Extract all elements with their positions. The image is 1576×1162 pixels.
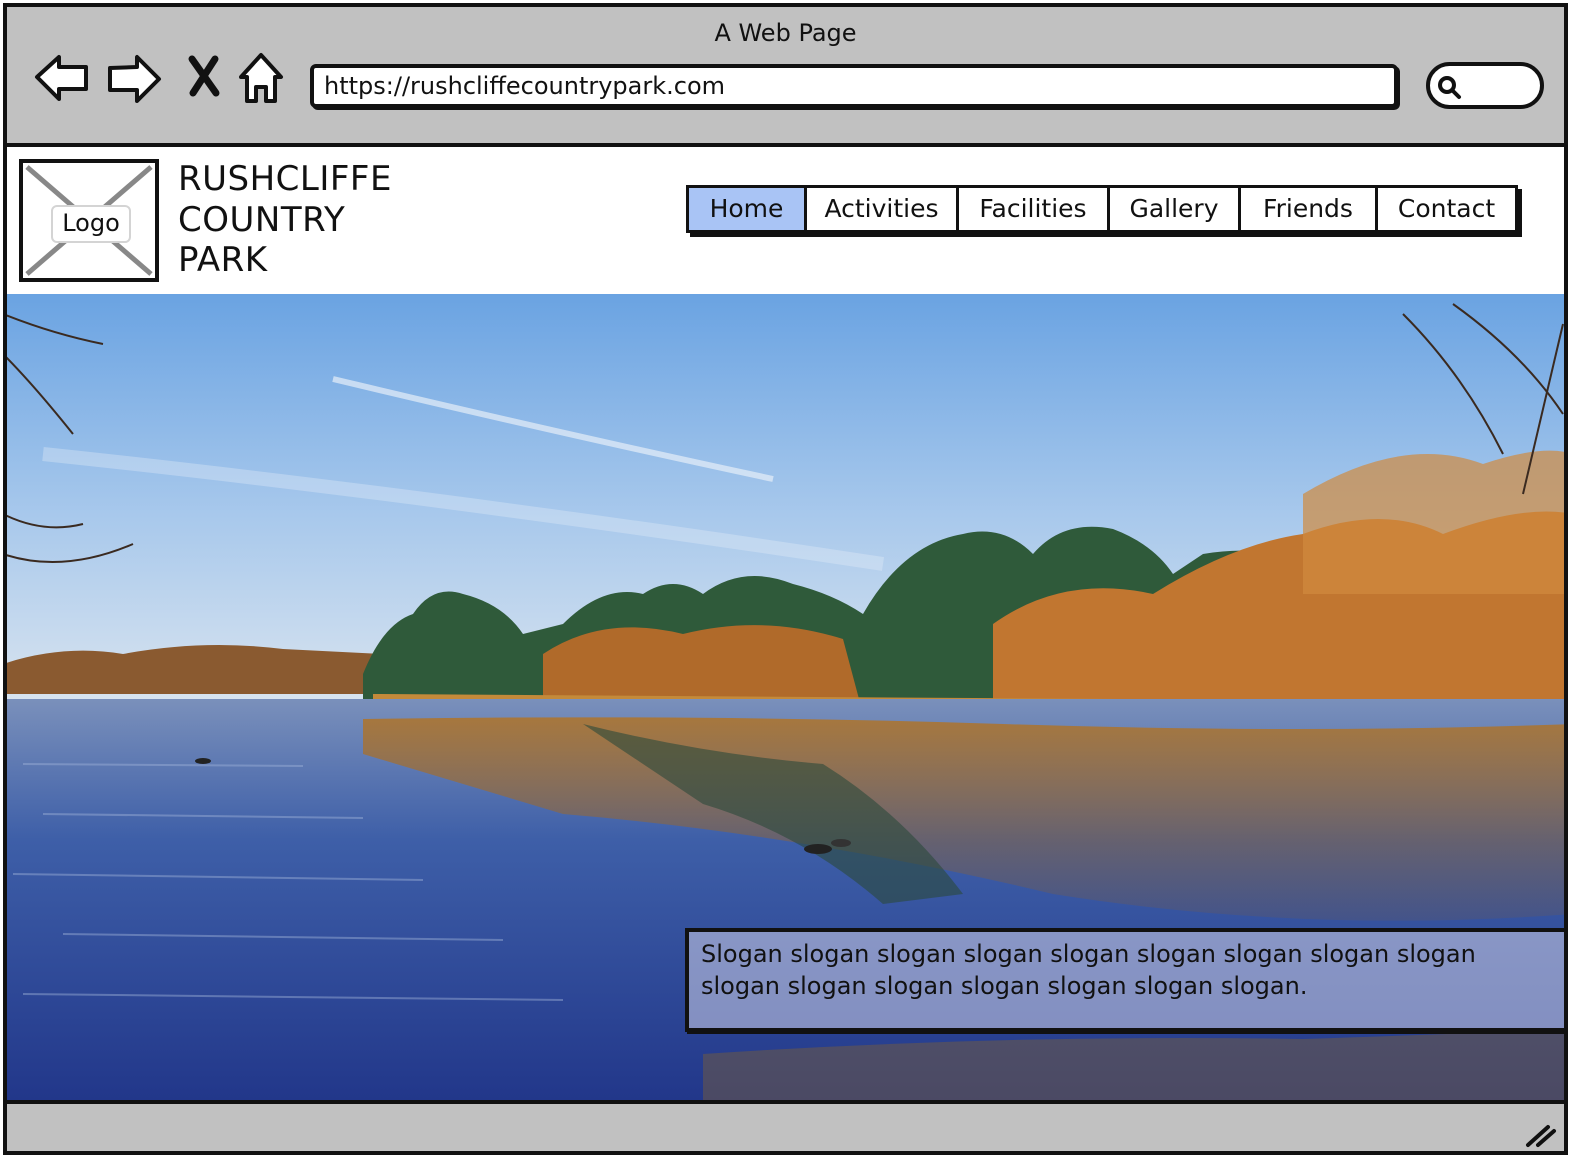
- nav-contact[interactable]: Contact: [1378, 188, 1515, 230]
- logo[interactable]: Logo: [19, 159, 159, 282]
- site-title-line: RUSHCLIFFE: [178, 159, 392, 199]
- site-title: RUSHCLIFFE COUNTRY PARK: [178, 159, 392, 281]
- slogan-box: Slogan slogan slogan slogan slogan sloga…: [685, 928, 1564, 1032]
- nav-facilities[interactable]: Facilities: [959, 188, 1110, 230]
- forward-arrow-icon[interactable]: [105, 47, 165, 107]
- nav-activities[interactable]: Activities: [807, 188, 959, 230]
- status-bar: [7, 1100, 1564, 1151]
- url-input[interactable]: https://rushcliffecountrypark.com: [310, 64, 1398, 108]
- hero-image: Slogan slogan slogan slogan slogan sloga…: [7, 294, 1564, 1100]
- site-title-line: PARK: [178, 240, 268, 280]
- nav-friends[interactable]: Friends: [1241, 188, 1378, 230]
- back-arrow-icon[interactable]: [31, 47, 91, 107]
- home-icon[interactable]: [231, 47, 291, 107]
- browser-toolbar: A Web Page https://rushcliffecountrypark…: [7, 7, 1564, 147]
- nav-home[interactable]: Home: [689, 188, 807, 230]
- search-icon[interactable]: [1434, 72, 1464, 102]
- resize-grip-icon[interactable]: [1522, 1121, 1558, 1149]
- browser-window: A Web Page https://rushcliffecountrypark…: [3, 3, 1568, 1155]
- nav-gallery[interactable]: Gallery: [1110, 188, 1241, 230]
- search-field[interactable]: [1426, 62, 1544, 109]
- close-x-icon[interactable]: [175, 47, 235, 107]
- main-nav: Home Activities Facilities Gallery Frien…: [686, 185, 1518, 233]
- site-title-line: COUNTRY: [178, 199, 346, 240]
- window-title: A Web Page: [714, 19, 857, 47]
- site-header: Logo RUSHCLIFFE COUNTRY PARK Home Activi…: [7, 151, 1564, 294]
- logo-label: Logo: [51, 205, 131, 243]
